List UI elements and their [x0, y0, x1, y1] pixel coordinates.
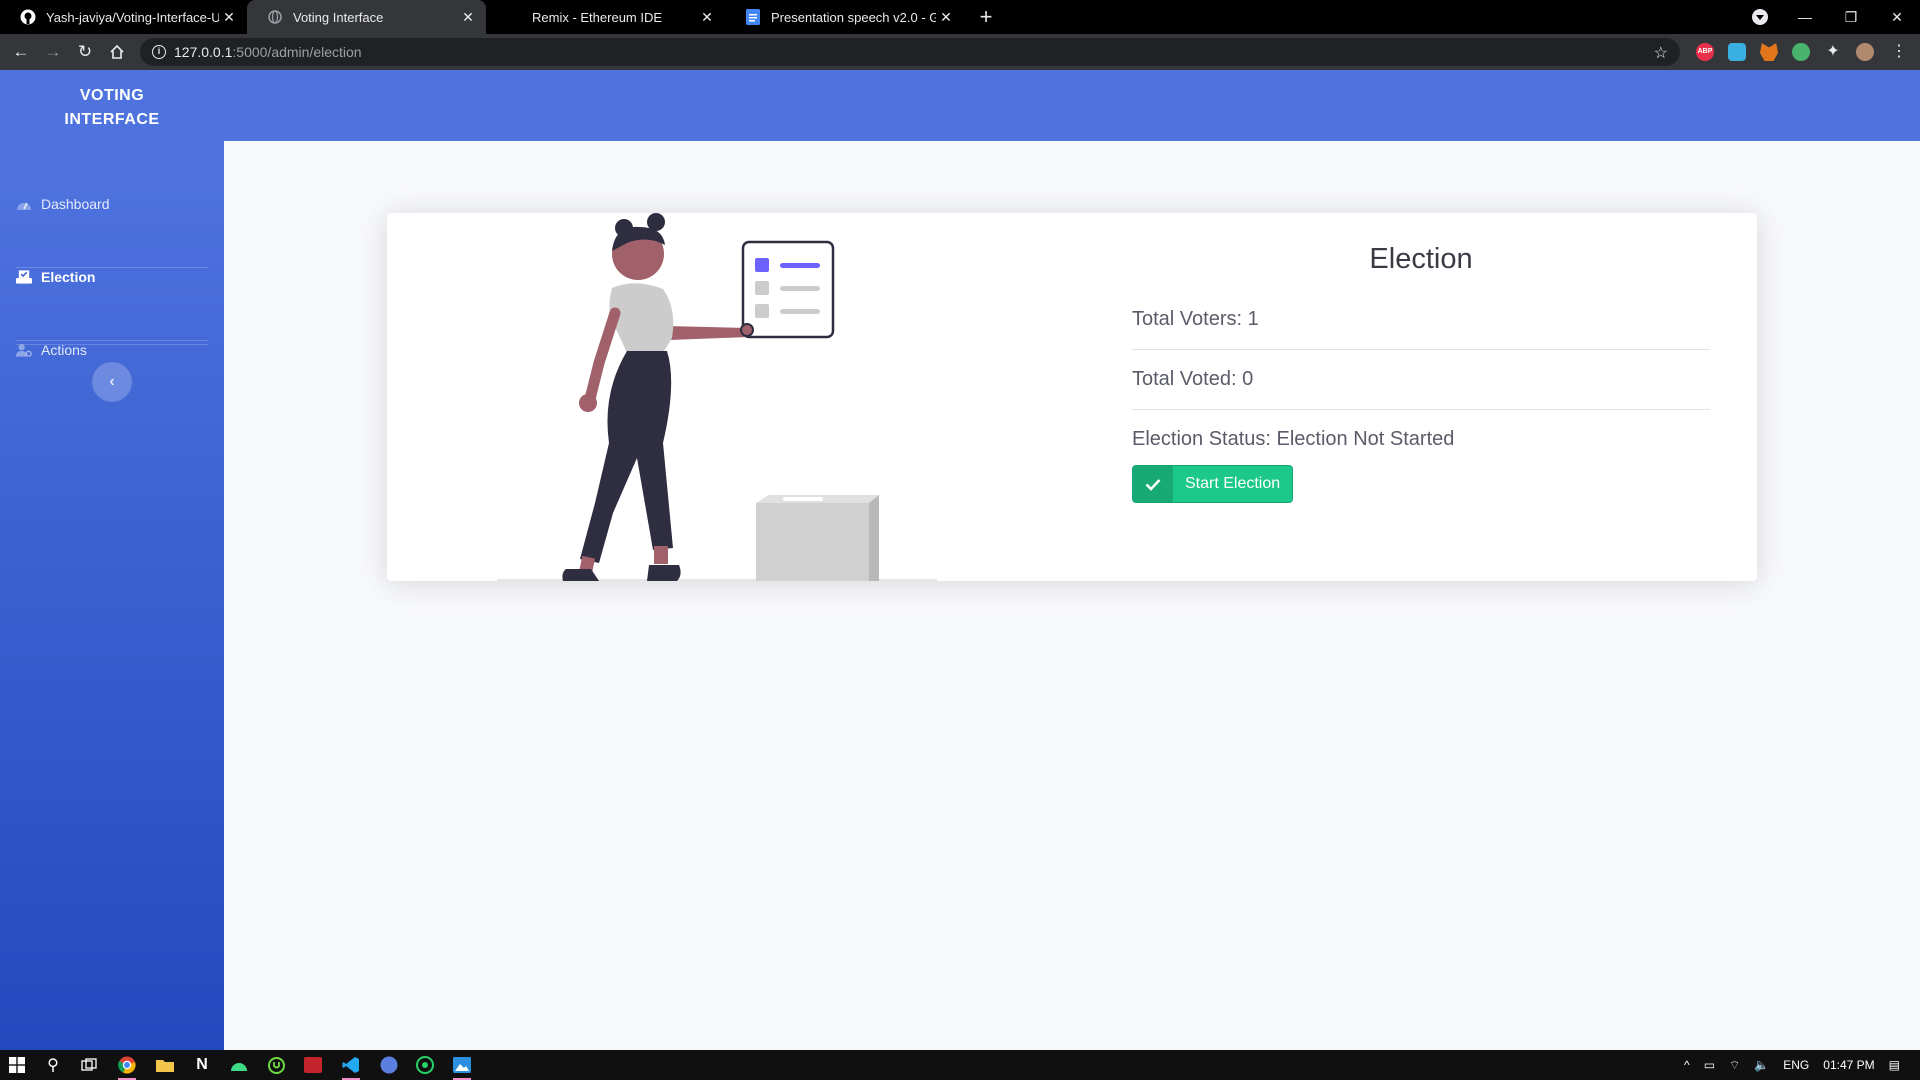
file-explorer-icon[interactable] [154, 1054, 176, 1076]
chevron-up-icon[interactable]: ^ [1684, 1058, 1690, 1072]
tab-github[interactable]: Yash-javiya/Voting-Interface-Usi ✕ [0, 0, 247, 34]
election-status: Election Status: Election Not Started [1132, 428, 1455, 450]
ide-red-icon[interactable] [302, 1054, 324, 1076]
reload-icon[interactable]: ↻ [72, 34, 98, 70]
extension-green-icon[interactable] [1792, 43, 1810, 61]
start-election-button[interactable]: Start Election [1132, 465, 1294, 503]
puzzle-icon[interactable]: ✦ [1824, 43, 1842, 61]
voting-illustration [487, 213, 947, 581]
tab-voting-interface[interactable]: Voting Interface ✕ [247, 0, 486, 34]
election-title: Election [1369, 243, 1473, 275]
home-icon[interactable] [104, 34, 130, 70]
notion-icon[interactable]: N [191, 1054, 213, 1076]
tab-title: Yash-javiya/Voting-Interface-Usi [46, 9, 219, 25]
language-indicator[interactable]: ENG [1783, 1058, 1809, 1072]
abp-icon[interactable]: ABP [1696, 43, 1714, 61]
tab-title: Presentation speech v2.0 - Goog [771, 9, 936, 25]
back-icon[interactable]: ← [8, 34, 34, 70]
tab-title: Voting Interface [293, 9, 384, 25]
brand-line-2: INTERFACE [64, 111, 160, 128]
vote-box-icon [16, 270, 32, 284]
globe-icon [267, 9, 283, 25]
task-view-icon[interactable] [78, 1054, 100, 1076]
close-window-icon[interactable]: ✕ [1874, 9, 1920, 26]
remix-icon [506, 9, 522, 25]
sidebar-divider [16, 344, 208, 345]
topbar [224, 70, 1920, 141]
address-bar[interactable]: i 127.0.0.1:5000/admin/election ☆ [140, 38, 1680, 66]
election-info: Election Total Voters: 1 Total Voted: 0 … [1132, 243, 1710, 503]
start-election-label: Start Election [1185, 475, 1281, 492]
sidebar-item-election[interactable]: Election [16, 241, 208, 313]
upwork-icon[interactable] [265, 1054, 287, 1076]
chrome-icon[interactable] [116, 1054, 138, 1080]
whatsapp-icon[interactable] [414, 1054, 436, 1076]
windows-taskbar: ⚲ N ^ ▭ ⌔ 🔈 ENG 01:47 PM ▤ [0, 1050, 1920, 1080]
url-host: 127.0.0.1 [174, 44, 233, 60]
tab-remix[interactable]: Remix - Ethereum IDE ✕ [486, 0, 725, 34]
new-tab-button[interactable]: + [976, 0, 996, 34]
sidebar-item-dashboard[interactable]: Dashboard [16, 168, 208, 240]
github-icon [20, 9, 36, 25]
sidebar-toggle-button[interactable]: ‹ [92, 362, 132, 402]
volume-icon[interactable]: 🔈 [1754, 1058, 1769, 1072]
site-info-icon[interactable]: i [152, 45, 166, 59]
browser-blue-icon[interactable] [378, 1054, 400, 1076]
sidebar: VOTING INTERFACE Dashboard Election Acti… [0, 70, 224, 1050]
minimize-icon[interactable]: — [1782, 9, 1828, 25]
url-text: 127.0.0.1:5000/admin/election [174, 44, 362, 60]
extension-blue-icon[interactable] [1728, 43, 1746, 61]
tab-search-icon[interactable] [1752, 9, 1768, 25]
election-card: Election Total Voters: 1 Total Voted: 0 … [387, 213, 1757, 581]
brand-line-1: VOTING [79, 87, 145, 104]
battery-icon[interactable]: ▭ [1704, 1058, 1715, 1072]
window-controls: — ❐ ✕ [1782, 0, 1920, 34]
sidebar-item-label: Election [41, 269, 96, 285]
sidebar-item-label: Dashboard [41, 196, 110, 212]
browser-tab-bar: Yash-javiya/Voting-Interface-Usi ✕ Votin… [0, 0, 1920, 34]
clock[interactable]: 01:47 PM [1823, 1058, 1874, 1072]
photos-icon[interactable] [451, 1054, 473, 1080]
tachometer-icon [16, 198, 32, 211]
restore-icon[interactable]: ❐ [1828, 9, 1874, 26]
forward-icon[interactable]: → [40, 34, 66, 70]
close-tab-icon[interactable]: ✕ [219, 9, 239, 26]
tab-title: Remix - Ethereum IDE [532, 9, 663, 25]
check-icon [1133, 466, 1173, 502]
total-voters: Total Voters: 1 [1132, 296, 1710, 350]
notifications-icon[interactable]: ▤ [1889, 1058, 1900, 1072]
browser-toolbar: ← → ↻ i 127.0.0.1:5000/admin/election ☆ … [0, 34, 1920, 70]
brand[interactable]: VOTING INTERFACE [0, 84, 224, 132]
vscode-icon[interactable] [340, 1054, 362, 1080]
google-docs-icon [745, 9, 761, 25]
total-voted: Total Voted: 0 [1132, 350, 1710, 410]
kebab-menu-icon[interactable]: ⋮ [1890, 43, 1908, 61]
close-tab-icon[interactable]: ✕ [697, 9, 717, 26]
close-tab-icon[interactable]: ✕ [458, 9, 478, 26]
users-cog-icon [16, 343, 32, 357]
android-studio-icon[interactable] [228, 1054, 250, 1076]
url-path: :5000/admin/election [232, 44, 362, 60]
bookmark-star-icon[interactable]: ☆ [1654, 43, 1668, 63]
search-icon[interactable]: ⚲ [42, 1054, 64, 1076]
metamask-icon[interactable] [1760, 43, 1778, 61]
windows-start-icon[interactable] [6, 1054, 28, 1076]
close-tab-icon[interactable]: ✕ [936, 9, 956, 26]
profile-avatar[interactable] [1856, 43, 1874, 61]
system-tray: ^ ▭ ⌔ 🔈 ENG 01:47 PM ▤ [1684, 1050, 1920, 1080]
tab-google-docs[interactable]: Presentation speech v2.0 - Goog ✕ [725, 0, 964, 34]
wifi-icon[interactable]: ⌔ [1729, 1058, 1740, 1073]
